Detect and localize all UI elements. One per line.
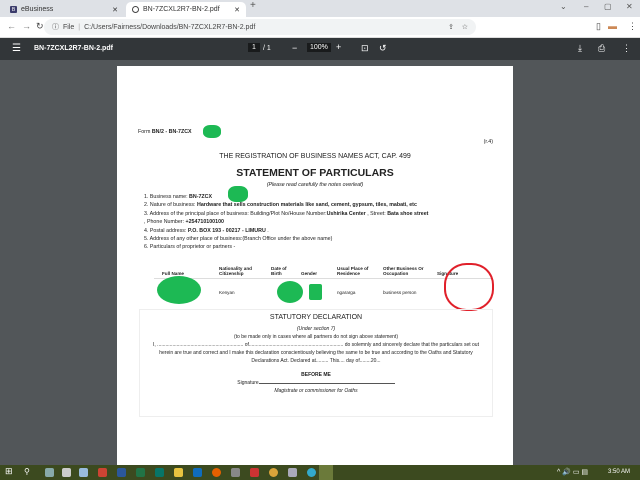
declaration-title: STATUTORY DECLARATION [269,314,363,321]
tab-pdf[interactable]: BN-7ZCXL2R7-BN-2.pdf ✕ [126,2,246,17]
phone-item: , Phone Number: +254710100100 [144,219,224,226]
signature-annotation-circle [444,263,494,311]
zoom-input[interactable]: 100% [307,43,331,52]
clock[interactable]: 3:50 AM [608,469,630,475]
app-icon[interactable] [79,468,88,477]
app-icon[interactable] [62,468,71,477]
app-icon[interactable] [45,468,54,477]
back-icon[interactable]: ← [7,21,16,31]
more-options-icon[interactable]: ⋮ [622,43,631,54]
page-total: / 1 [263,45,271,52]
bootstrap-icon: B [10,6,17,13]
form-code: Form BN/2 - BN-7ZCX [138,129,192,135]
chrome-active-icon[interactable] [319,465,333,480]
tab-ebusiness[interactable]: B eBusiness ✕ [4,2,124,17]
word-icon[interactable] [117,468,126,477]
scheme-label: File [63,23,75,31]
url-input[interactable]: ⓘ File | C:/Users/Fairness/Downloads/BN-… [44,19,476,35]
tab-label: eBusiness [21,6,54,13]
tab-search-icon[interactable]: ⌄ [560,2,567,11]
close-tab-icon[interactable]: ✕ [234,6,240,14]
excel-icon[interactable] [136,468,145,477]
forward-icon[interactable]: → [22,21,31,31]
magistrate-label: Magistrate or commissioner for Oaths [274,388,358,394]
print-icon[interactable]: ⎙ [598,43,605,54]
zoom-in-icon[interactable]: + [336,42,341,52]
regulation-ref: (r.4) [483,139,493,145]
redaction-mark [157,276,201,304]
bookmark-star-icon[interactable]: ☆ [462,23,468,31]
outlook-icon[interactable] [193,468,202,477]
particulars-list: 1. Business name: BN-7ZCX 2. Nature of b… [144,193,504,252]
hamburger-menu-icon[interactable]: ☰ [12,43,21,54]
page-number-input[interactable]: 1 [248,43,260,52]
side-panel-icon[interactable]: ▯ [596,21,601,32]
declaration-body: I, .....................................… [153,342,479,364]
tab-label: BN-7ZCXL2R7-BN-2.pdf [143,6,220,13]
info-icon: ⓘ [52,24,59,31]
redaction-mark [228,186,248,202]
globe-icon [132,6,139,13]
act-title: THE REGISTRATION OF BUSINESS NAMES ACT, … [219,153,411,160]
partners-table: Full Name Nationality and Citizenship Da… [154,250,493,306]
nature-item: 2. Nature of business: Hardware that sel… [144,202,417,209]
powerpoint-icon[interactable] [98,468,107,477]
signature-line: Signature [146,379,486,387]
declaration-section: (Under section 7) [296,326,336,332]
document-heading: STATEMENT OF PARTICULARS [236,167,394,179]
close-window-button[interactable]: ✕ [626,2,633,11]
zoom-out-icon[interactable]: − [292,43,297,53]
firefox-icon[interactable] [212,468,221,477]
table-header-row: Full Name Nationality and Citizenship Da… [154,250,493,279]
table-row: Kenyan ngararga business person [219,289,417,295]
pdf-toolbar: ☰ BN-7ZCXL2R7-BN-2.pdf 1 / 1 − 100% + ⊡ … [0,38,640,60]
address-bar-row: ← → ↻ ⓘ File | C:/Users/Fairness/Downloa… [0,17,640,38]
other-place-item: 5. Address of any other place of busines… [144,236,333,243]
pdf-page: Form BN/2 - BN-7ZCX (r.4) THE REGISTRATI… [117,66,513,466]
file-explorer-icon[interactable] [174,468,183,477]
address-item: 3. Address of the principal place of bus… [144,210,429,217]
url-text: C:/Users/Fairness/Downloads/BN-7ZCXL2R7-… [84,23,256,31]
pdf-filename: BN-7ZCXL2R7-BN-2.pdf [34,45,113,52]
tab-strip: B eBusiness ✕ BN-7ZCXL2R7-BN-2.pdf ✕ + ⌄… [0,0,640,17]
system-tray-icons[interactable]: ^ 🔊 ▭ ▤ [557,468,588,476]
redaction-mark [309,284,322,300]
redaction-mark [277,281,303,303]
download-icon[interactable]: ⤓ [578,43,582,54]
fit-page-icon[interactable]: ⊡ [361,43,369,54]
reload-icon[interactable]: ↻ [36,21,44,32]
document-subheading: (Please read carefully the notes overlea… [266,182,364,188]
business-name-item: 1. Business name: BN-7ZCX [144,194,213,200]
minimize-button[interactable]: – [584,2,588,11]
maximize-button[interactable]: ▢ [604,2,612,11]
rotate-icon[interactable]: ↺ [379,43,387,54]
before-me: BEFORE ME [301,372,331,378]
app-icon[interactable] [288,468,297,477]
search-icon[interactable]: ⚲ [24,467,33,476]
share-icon[interactable]: ⇪ [448,23,454,31]
chrome-icon[interactable] [269,468,278,477]
menu-icon[interactable]: ⋮ [628,21,637,32]
declaration-note: (to be made only in cases where all part… [234,334,398,340]
postal-item: 4. Postal address: P.O. BOX 193 - 00217 … [144,227,269,234]
access-icon[interactable] [250,468,259,477]
app-icon[interactable] [231,468,240,477]
windows-start-icon[interactable]: ⊞ [5,466,14,476]
app-icon[interactable] [307,468,316,477]
profile-icon[interactable]: ▬ [608,21,617,31]
publisher-icon[interactable] [155,468,164,477]
redaction-mark [203,125,221,138]
close-tab-icon[interactable]: ✕ [112,6,118,14]
taskbar: ⊞ ⚲ ^ 🔊 ▭ ▤ 3:50 AM [0,465,640,480]
new-tab-button[interactable]: + [250,0,256,11]
statutory-declaration: STATUTORY DECLARATION (Under section 7) … [139,309,493,417]
